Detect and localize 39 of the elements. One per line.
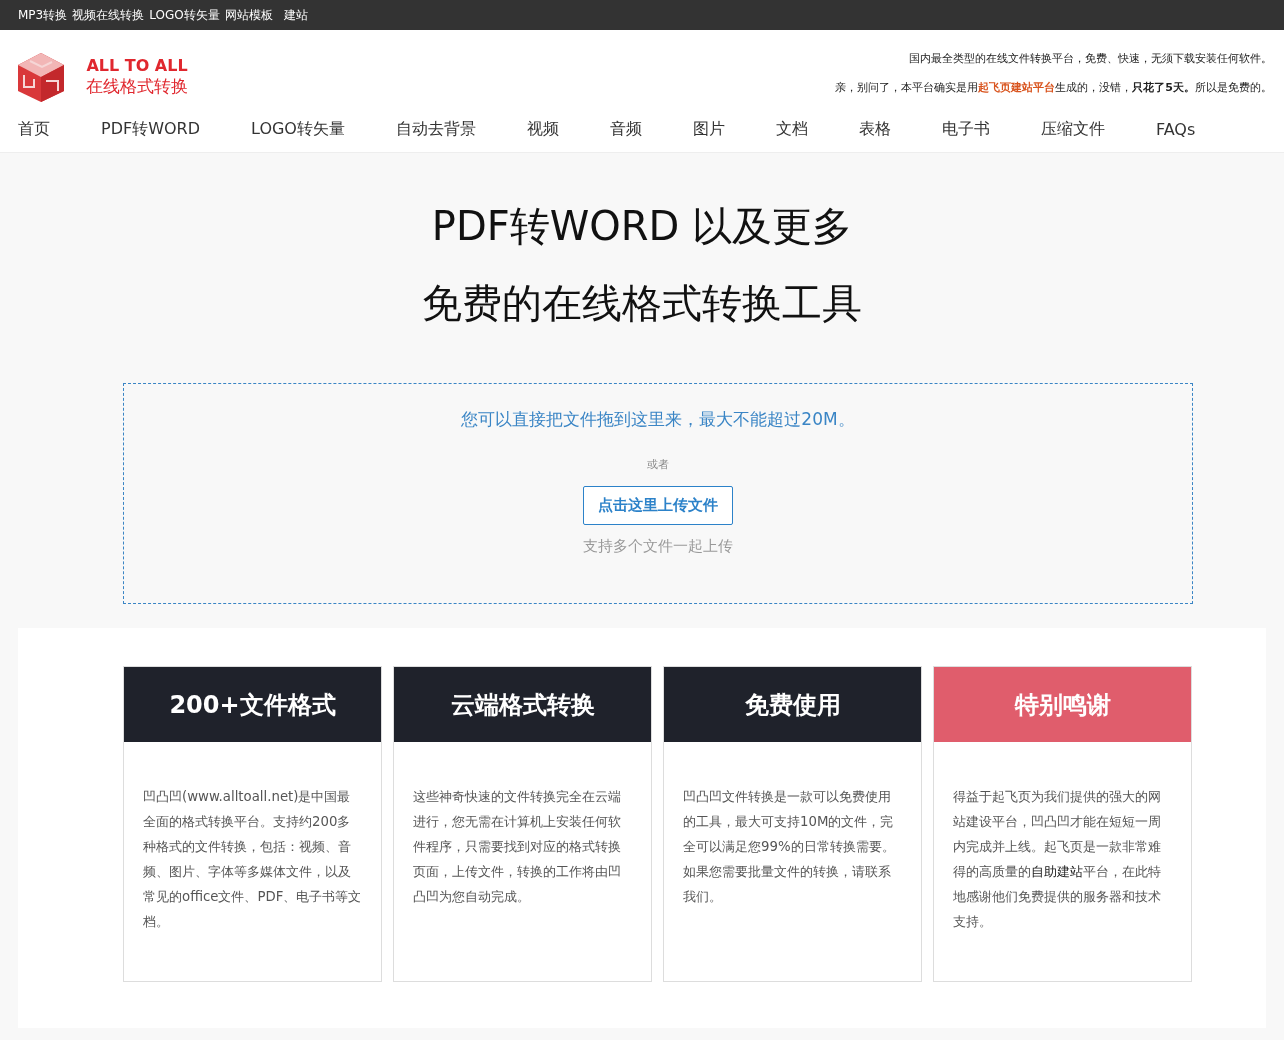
nav-link[interactable]: 表格	[858, 118, 891, 140]
tagline: 国内最全类型的在线文件转换平台，免费、快速，无须下载安装任何软件。	[909, 51, 1272, 66]
upload-button[interactable]: 点击这里上传文件	[583, 486, 733, 525]
nav-link[interactable]: 文档	[775, 118, 808, 140]
feature-title: 200+文件格式	[124, 667, 381, 742]
feature-text: 这些神奇快速的文件转换完全在云端进行，您无需在计算机上安装任何软件程序，只需要找到对应的格式转换页面，上传文件，转换的工作将由凹凸凹为您自动完成。	[412, 788, 622, 906]
or-text: 或者	[647, 457, 669, 472]
top-link[interactable]: 建站	[283, 6, 308, 24]
nav-link[interactable]: FAQs	[1155, 119, 1196, 139]
nav-link[interactable]: 音频	[609, 118, 642, 140]
feature-text: 凹凸凹(www.alltoall.net)是中国最全面的格式转换平台。支持约200多种格式的文件转换，包括：视频、音频、图片、字体等多媒体文件，以及常见的office文件、PDF、电子书等文档。	[142, 788, 363, 931]
nav-link[interactable]: 视频	[526, 118, 559, 140]
top-link[interactable]: 网站模板	[224, 6, 273, 24]
upload-hint: 您可以直接把文件拖到这里来，最大不能超过20M。	[461, 408, 855, 431]
feature-text: 凹凸凹文件转换是一款可以免费使用的工具，最大可支持10M的文件，完全可以满足您99%的日常转换需要。如果您需要批量文件的转换，请联系我们。	[682, 788, 896, 906]
nav-link[interactable]: 图片	[692, 118, 725, 140]
top-link[interactable]: MP3转换	[18, 6, 68, 24]
feature-title: 特别鸣谢	[934, 667, 1191, 742]
feature-title: 免费使用	[664, 667, 921, 742]
logo-title: ALL TO ALL	[86, 56, 188, 75]
top-link[interactable]: 视频在线转换	[72, 6, 145, 24]
upload-drop-zone[interactable]: 您可以直接把文件拖到这里来，最大不能超过20M。 或者 点击这里上传文件 支持多个文件一起上传	[123, 383, 1193, 604]
hero-subtitle: 免费的在线格式转换工具	[422, 279, 862, 328]
nav-link[interactable]: PDF转WORD	[101, 118, 201, 140]
hero-title: PDF转WORD 以及更多	[431, 202, 853, 251]
nav-link[interactable]: LOGO转矢量	[251, 118, 345, 140]
nav-link[interactable]: 自动去背景	[395, 118, 476, 140]
nav-link[interactable]: 电子书	[941, 118, 990, 140]
logo-subtitle: 在线格式转换	[86, 75, 188, 98]
nav-link[interactable]: 首页	[18, 118, 50, 140]
upload-note: 支持多个文件一起上传	[583, 537, 733, 556]
notice-text: 亲，别问了，本平台确实是用起飞页建站平台生成的，没错，只花了5天。所以是免费的。	[835, 80, 1272, 95]
cube-logo-icon	[16, 51, 66, 103]
top-link[interactable]: LOGO转矢量	[149, 6, 220, 24]
feature-text: 得益于起飞页为我们提供的强大的网站建设平台，凹凸凹才能在短短一周内完成并上线。起飞页是一款非常难得的高质量的自助建站平台，在此特地感谢他们免费提供的服务器和技术支持。	[952, 788, 1162, 931]
inline-link[interactable]: 起飞页建站平台	[978, 81, 1056, 94]
nav-link[interactable]: 压缩文件	[1040, 118, 1105, 140]
feature-title: 云端格式转换	[394, 667, 651, 742]
inline-link[interactable]: 自助建站	[1031, 864, 1083, 879]
